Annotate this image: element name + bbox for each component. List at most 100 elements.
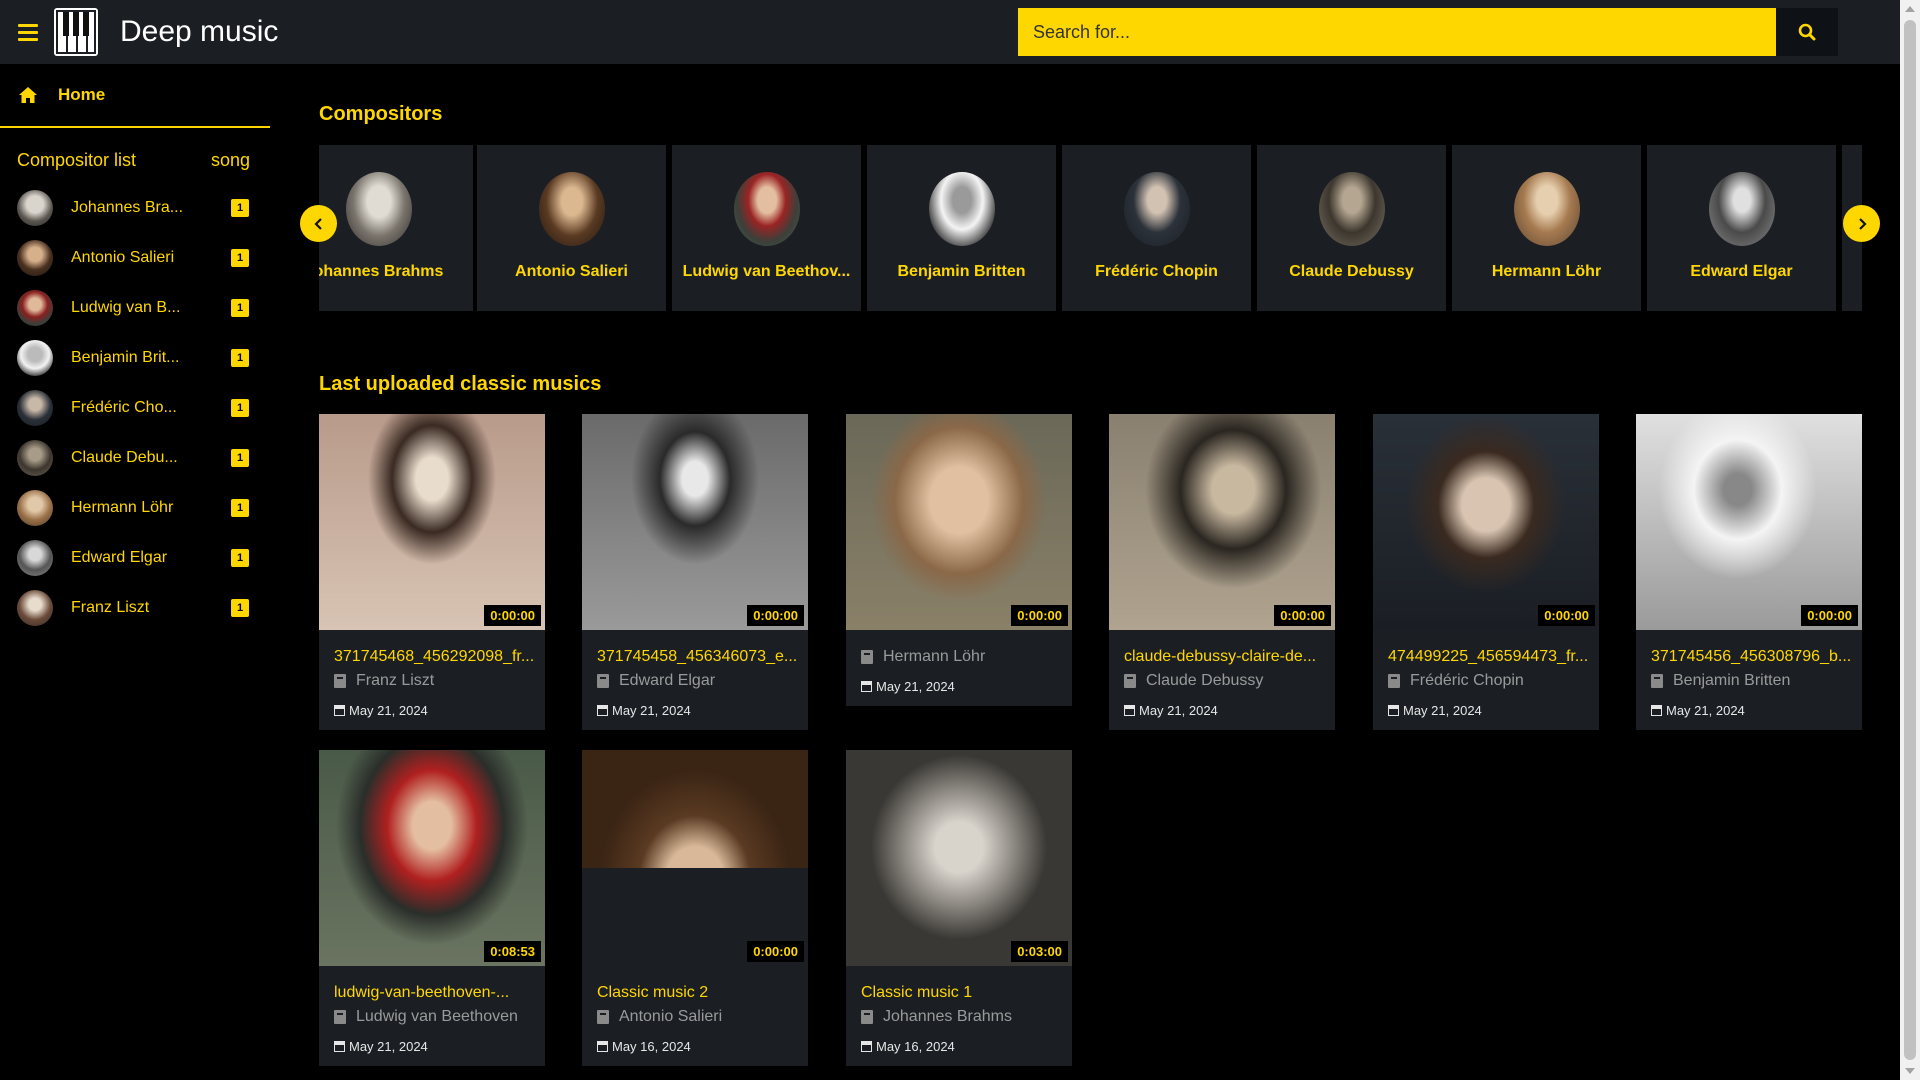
sidebar: Home Compositor list song Johannes Bra..…: [0, 64, 270, 1080]
duration-badge: 0:03:00: [1011, 941, 1068, 962]
sidebar-item-brahms[interactable]: Johannes Bra... 1: [0, 183, 270, 233]
compositor-card-salieri[interactable]: Antonio Salieri: [477, 145, 666, 311]
sidebar-item-chopin[interactable]: Frédéric Cho... 1: [0, 383, 270, 433]
music-title[interactable]: Classic music 2: [597, 984, 808, 1002]
music-thumbnail[interactable]: [846, 750, 1072, 966]
compositor-name: ohannes Brahms: [319, 263, 444, 280]
music-thumbnail[interactable]: [1373, 414, 1599, 630]
chevron-left-icon: [313, 217, 322, 230]
compositor-card-chopin[interactable]: Frédéric Chopin: [1062, 145, 1251, 311]
scroll-up-arrow[interactable]: [1905, 6, 1915, 12]
music-title[interactable]: 371745456_456308796_b...: [1651, 648, 1862, 666]
piano-logo-icon[interactable]: [52, 6, 100, 58]
avatar: [17, 390, 53, 426]
song-count-badge: 1: [231, 399, 249, 417]
book-icon: [334, 674, 346, 688]
compositor-list-title: Compositor list: [17, 150, 137, 170]
music-thumbnail[interactable]: [582, 750, 808, 966]
compositor-card-brahms[interactable]: ohannes Brahms: [319, 145, 473, 311]
sidebar-item-label: Ludwig van B...: [71, 299, 181, 316]
duration-badge: 0:00:00: [484, 605, 541, 626]
scroll-thumb[interactable]: [1904, 20, 1916, 1060]
sidebar-item-liszt[interactable]: Franz Liszt 1: [0, 583, 270, 633]
music-composer-row: Benjamin Britten: [1651, 672, 1862, 690]
scroll-down-arrow[interactable]: [1905, 1068, 1915, 1074]
music-card-salieri[interactable]: 0:00:00 Classic music 2 Antonio Salieri …: [582, 750, 808, 1066]
sidebar-item-elgar[interactable]: Edward Elgar 1: [0, 533, 270, 583]
sidebar-item-debussy[interactable]: Claude Debu... 1: [0, 433, 270, 483]
compositor-name: Edward Elgar: [1690, 263, 1793, 280]
music-title[interactable]: 371745468_456292098_fr...: [334, 648, 545, 666]
song-count-badge: 1: [231, 549, 249, 567]
music-card-debussy[interactable]: 0:00:00 claude-debussy-claire-de... Clau…: [1109, 414, 1335, 730]
compositor-card-debussy[interactable]: Claude Debussy: [1257, 145, 1446, 311]
music-composer: Franz Liszt: [356, 672, 435, 689]
music-composer: Johannes Brahms: [883, 1008, 1012, 1025]
sidebar-item-label: Frédéric Cho...: [71, 399, 177, 416]
music-title[interactable]: 474499225_456594473_fr...: [1388, 648, 1599, 666]
search-button[interactable]: [1776, 8, 1838, 56]
sidebar-item-label: Edward Elgar: [71, 549, 168, 566]
compositors-section-title: Compositors: [319, 103, 443, 125]
avatar: [17, 590, 53, 626]
music-title[interactable]: claude-debussy-claire-de...: [1124, 648, 1335, 666]
music-thumbnail[interactable]: [846, 414, 1072, 630]
compositor-card-elgar[interactable]: Edward Elgar: [1647, 145, 1836, 311]
music-composer-row: Franz Liszt: [334, 672, 545, 690]
song-count-badge: 1: [231, 449, 249, 467]
chevron-right-icon: [1858, 217, 1867, 230]
sidebar-item-beethoven[interactable]: Ludwig van B... 1: [0, 283, 270, 333]
avatar: [1319, 172, 1385, 246]
carousel-next-button[interactable]: [1843, 205, 1880, 242]
music-thumbnail[interactable]: [582, 414, 808, 630]
music-title[interactable]: Classic music 1: [861, 984, 1072, 1002]
avatar: [17, 290, 53, 326]
page-scrollbar[interactable]: [1900, 0, 1920, 1080]
music-card-liszt[interactable]: 0:00:00 371745468_456292098_fr... Franz …: [319, 414, 545, 730]
compositor-card-lohr[interactable]: Hermann Löhr: [1452, 145, 1641, 311]
music-card-chopin[interactable]: 0:00:00 474499225_456594473_fr... Frédér…: [1373, 414, 1599, 730]
compositor-name: Antonio Salieri: [515, 263, 628, 280]
music-composer-row: Ludwig van Beethoven: [334, 1008, 545, 1026]
music-thumbnail[interactable]: [319, 414, 545, 630]
music-card-elgar[interactable]: 0:00:00 371745458_456346073_e... Edward …: [582, 414, 808, 730]
music-date: May 21, 2024: [1666, 703, 1745, 718]
book-icon: [334, 1010, 346, 1024]
calendar-icon: [334, 1041, 345, 1052]
music-date-row: May 16, 2024: [861, 1039, 1072, 1066]
song-count-badge: 1: [231, 499, 249, 517]
duration-badge: 0:00:00: [1538, 605, 1595, 626]
duration-badge: 0:00:00: [747, 941, 804, 962]
music-date-row: May 21, 2024: [861, 679, 1072, 706]
book-icon: [861, 1010, 873, 1024]
sidebar-home-link[interactable]: Home: [0, 64, 270, 128]
sidebar-item-britten[interactable]: Benjamin Brit... 1: [0, 333, 270, 383]
music-card-lohr[interactable]: 0:00:00 Hermann Löhr May 21, 2024: [846, 414, 1072, 706]
sidebar-item-label: Johannes Bra...: [71, 199, 184, 216]
avatar: [539, 172, 605, 246]
music-card-brahms[interactable]: 0:03:00 Classic music 1 Johannes Brahms …: [846, 750, 1072, 1066]
sidebar-item-lohr[interactable]: Hermann Löhr 1: [0, 483, 270, 533]
music-thumbnail[interactable]: [1636, 414, 1862, 630]
music-thumbnail[interactable]: [1109, 414, 1335, 630]
compositor-name: Claude Debussy: [1289, 263, 1414, 280]
menu-icon[interactable]: [18, 23, 38, 41]
search-input[interactable]: [1018, 8, 1776, 56]
music-card-britten[interactable]: 0:00:00 371745456_456308796_b... Benjami…: [1636, 414, 1862, 730]
carousel-prev-button[interactable]: [300, 205, 337, 242]
music-title[interactable]: ludwig-van-beethoven-...: [334, 984, 545, 1002]
app-title[interactable]: Deep music: [120, 15, 278, 49]
music-card-beethoven[interactable]: 0:08:53 ludwig-van-beethoven-... Ludwig …: [319, 750, 545, 1066]
music-thumbnail[interactable]: [319, 750, 545, 966]
sidebar-item-salieri[interactable]: Antonio Salieri 1: [0, 233, 270, 283]
compositor-card-britten[interactable]: Benjamin Britten: [867, 145, 1056, 311]
avatar: [17, 440, 53, 476]
music-composer-row: Frédéric Chopin: [1388, 672, 1599, 690]
avatar: [17, 540, 53, 576]
compositor-card-beethoven[interactable]: Ludwig van Beethov...: [672, 145, 861, 311]
duration-badge: 0:00:00: [747, 605, 804, 626]
avatar: [17, 240, 53, 276]
music-title[interactable]: 371745458_456346073_e...: [597, 648, 808, 666]
music-date: May 21, 2024: [349, 1039, 428, 1054]
calendar-icon: [1388, 705, 1399, 716]
